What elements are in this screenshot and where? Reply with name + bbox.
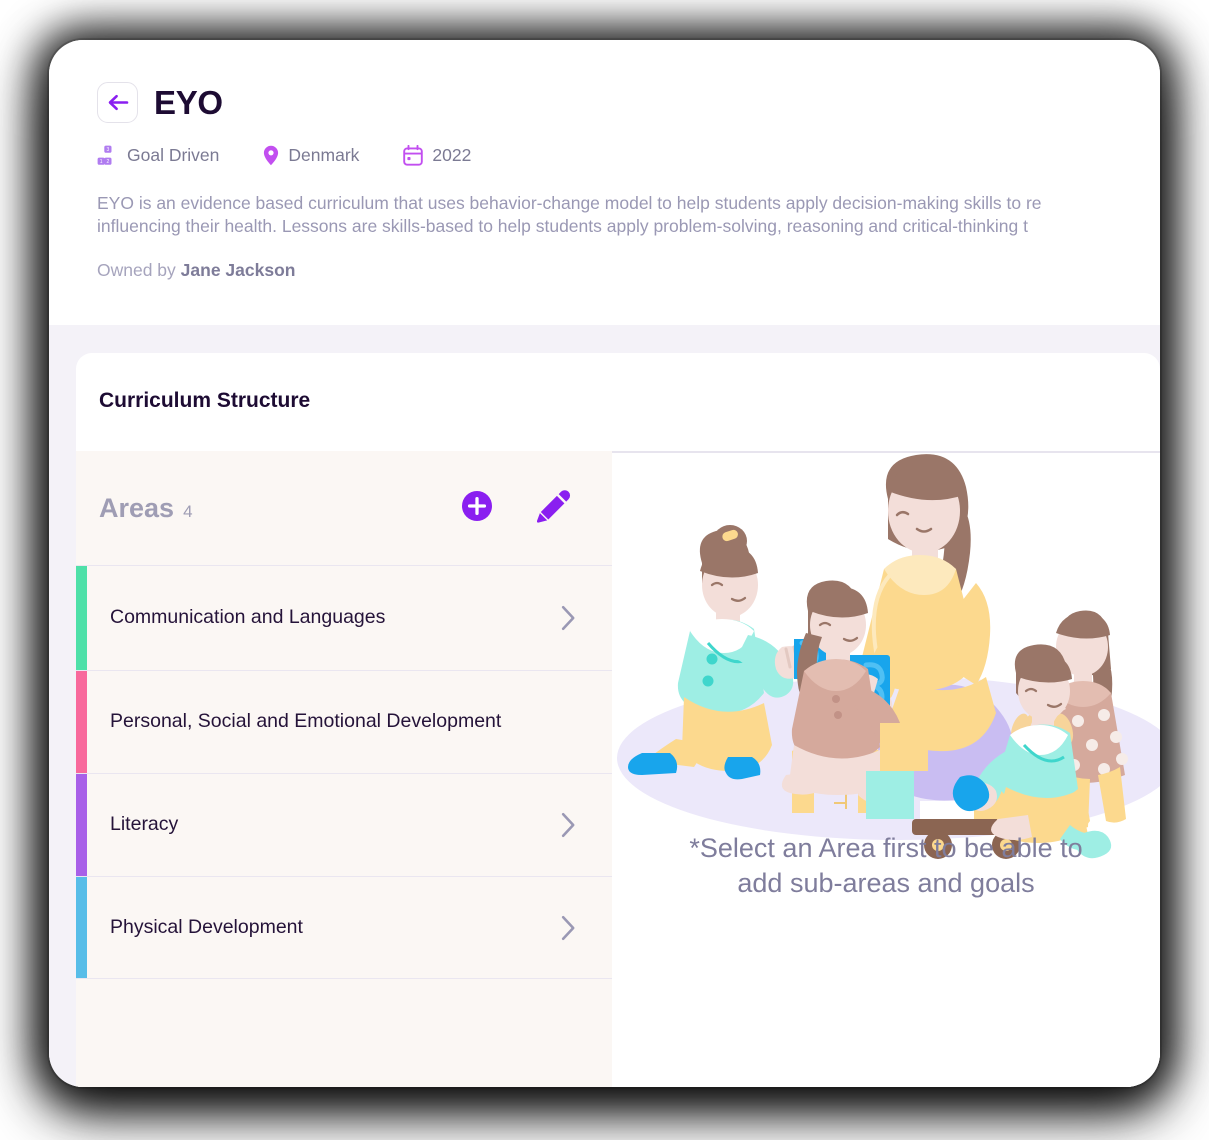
area-name: Physical Development	[110, 915, 303, 938]
description-line-2: influencing their health. Lessons are sk…	[97, 216, 1028, 237]
areas-label: Areas	[99, 492, 175, 523]
area-color-bar	[76, 774, 87, 876]
area-row[interactable]: Literacy	[76, 773, 612, 876]
area-name: Communication and Languages	[110, 606, 386, 629]
plus-circle-icon	[461, 490, 493, 527]
blocks-icon: 3 1 2	[97, 145, 118, 166]
areas-actions	[461, 489, 571, 528]
meta-item-goal-driven: 3 1 2 Goal Driven	[97, 145, 219, 166]
areas-panel: Areas 4 Communication and Languages Pers…	[76, 451, 612, 1087]
svg-text:3: 3	[107, 147, 110, 153]
owner-prefix: Owned by	[97, 260, 176, 281]
description-line-1: EYO is an evidence based curriculum that…	[97, 193, 1042, 213]
areas-count: 4	[183, 501, 193, 521]
area-color-bar	[76, 877, 87, 978]
area-row[interactable]: Personal, Social and Emotional Developme…	[76, 670, 612, 773]
meta-row: 3 1 2 Goal Driven Denmark 2022	[97, 145, 1160, 166]
curriculum-structure-card: Curriculum Structure Areas 4 Communicati…	[76, 353, 1160, 1087]
areas-list: Communication and Languages Personal, Soc…	[76, 565, 612, 979]
arrow-left-icon	[107, 93, 129, 112]
empty-state-panel: *Select an Area first to be able to add …	[612, 453, 1160, 1087]
empty-state-message: *Select an Area first to be able to add …	[612, 831, 1160, 900]
svg-text:1: 1	[100, 159, 103, 165]
area-color-bar	[76, 566, 87, 670]
area-name: Literacy	[110, 813, 179, 836]
meta-label-goal-driven: Goal Driven	[127, 145, 220, 165]
areas-header-left: Areas 4	[99, 493, 193, 524]
meta-label-year: 2022	[432, 145, 472, 165]
title-row: EYO	[97, 82, 1160, 123]
area-color-bar	[76, 671, 87, 773]
structure-title: Curriculum Structure	[99, 389, 311, 412]
area-row[interactable]: Communication and Languages	[76, 565, 612, 670]
add-area-button[interactable]	[461, 490, 493, 527]
meta-label-country: Denmark	[288, 145, 360, 165]
meta-item-country: Denmark	[263, 145, 359, 166]
owner-line: Owned by Jane Jackson	[97, 260, 1160, 281]
children-playing-with-blocks-illustration	[612, 453, 1160, 883]
empty-state-line-1: *Select an Area first to be able to	[689, 833, 1083, 863]
app-window: EYO 3 1 2 Goal Driven Denmark 2022 EYO i…	[49, 40, 1160, 1087]
edit-areas-button[interactable]	[536, 489, 571, 528]
owner-name: Jane Jackson	[180, 260, 296, 281]
description: EYO is an evidence based curriculum that…	[97, 192, 1160, 238]
calendar-icon	[403, 145, 424, 166]
page-title: EYO	[154, 83, 223, 121]
svg-text:2: 2	[107, 159, 110, 165]
chevron-right-icon[interactable]	[561, 812, 576, 838]
meta-item-year: 2022	[403, 145, 471, 166]
pencil-icon	[536, 489, 571, 528]
area-name: Personal, Social and Emotional Developme…	[110, 710, 502, 733]
area-row[interactable]: Physical Development	[76, 876, 612, 979]
empty-state-line-2: add sub-areas and goals	[737, 867, 1035, 898]
location-pin-icon	[263, 145, 279, 166]
back-button[interactable]	[97, 82, 138, 123]
chevron-right-icon[interactable]	[561, 915, 576, 941]
areas-header: Areas 4	[76, 451, 612, 565]
chevron-right-icon[interactable]	[561, 605, 576, 631]
header: EYO 3 1 2 Goal Driven Denmark 2022 EYO i…	[49, 40, 1160, 285]
page-body: Curriculum Structure Areas 4 Communicati…	[49, 325, 1160, 1087]
